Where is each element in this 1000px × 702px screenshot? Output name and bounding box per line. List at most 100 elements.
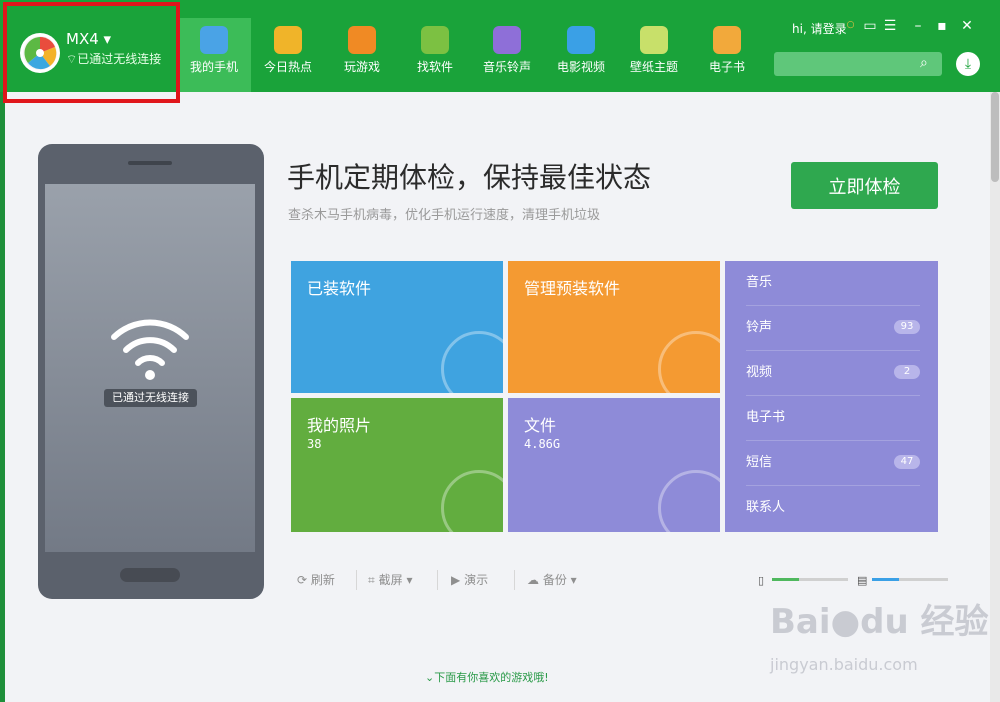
phone-speaker: [128, 161, 172, 165]
media-list-label: 视频: [746, 365, 773, 380]
backup-button[interactable]: ☁ 备份 ▾: [527, 570, 577, 590]
device-status-text: 已通过无线连接: [77, 52, 162, 66]
phone-storage-icon: ▯: [758, 574, 765, 587]
tile-files[interactable]: 文件 4.86G: [508, 398, 720, 532]
close-icon[interactable]: ✕: [957, 16, 977, 36]
login-link[interactable]: hi, 请登录○: [792, 20, 854, 37]
maximize-icon[interactable]: ▪: [932, 16, 952, 36]
sd-card-icon: ▤: [857, 574, 868, 587]
nav-item-3[interactable]: 找软件: [398, 18, 472, 92]
tile-installed-title: 已装软件: [307, 279, 372, 298]
gamepad-icon: [348, 26, 376, 54]
count-badge: 2: [894, 365, 920, 379]
games-promo-link[interactable]: ⌄下面有你喜欢的游戏哦!: [425, 669, 549, 685]
tile-preinstalled-title: 管理预装软件: [524, 279, 621, 298]
phone-home-button: [120, 568, 180, 582]
chevron-down-icon: ▾: [103, 30, 112, 48]
book-icon: [713, 26, 741, 54]
media-list-item[interactable]: 音乐: [746, 261, 920, 306]
star-icon: [274, 26, 302, 54]
chevron-down-icon: ▾: [406, 573, 413, 587]
media-list-item[interactable]: 视频 2: [746, 351, 920, 396]
nav-item-5[interactable]: 电影视频: [544, 18, 618, 92]
phone-icon: [200, 26, 228, 54]
media-list-item[interactable]: 铃声 93: [746, 306, 920, 351]
count-badge: 93: [894, 320, 920, 334]
play-box-icon: ▶: [451, 573, 461, 587]
folder-icon: [658, 470, 720, 532]
search-input[interactable]: [774, 52, 942, 76]
wifi-small-icon: ⌔: [66, 52, 78, 66]
sd-storage-fill: [872, 578, 899, 581]
tile-my-photos[interactable]: 我的照片 38: [291, 398, 503, 532]
toolbar-divider: [514, 570, 515, 590]
scrollbar-thumb[interactable]: [991, 92, 999, 182]
media-category-list: 音乐铃声 93 视频 2 电子书短信 47 联系人: [725, 261, 938, 532]
nav-item-label: 我的手机: [189, 60, 238, 74]
tile-photos-title: 我的照片: [307, 416, 372, 435]
nav-item-0[interactable]: 我的手机: [177, 18, 251, 92]
login-text: hi, 请登录: [792, 22, 847, 36]
media-list-label: 音乐: [746, 275, 773, 290]
wifi-icon: [111, 319, 189, 380]
nav-item-label: 今日热点: [263, 60, 312, 74]
backup-label: 备份: [542, 573, 567, 587]
minimize-icon[interactable]: –: [908, 16, 928, 36]
baidu-watermark: Bai●du 经验: [770, 602, 989, 642]
nav-item-2[interactable]: 玩游戏: [325, 18, 399, 92]
nav-item-label: 找软件: [416, 60, 453, 74]
wrench-icon: [658, 331, 720, 393]
cloud-icon: ☁: [527, 573, 539, 587]
nav-item-1[interactable]: 今日热点: [251, 18, 325, 92]
media-list-label: 铃声: [746, 320, 773, 335]
tile-photos-count: 38: [307, 437, 322, 451]
nav-item-label: 壁纸主题: [629, 60, 678, 74]
tile-installed-apps[interactable]: 已装软件: [291, 261, 503, 393]
chevron-down-icon: ▾: [570, 573, 577, 587]
page-subtitle: 查杀木马手机病毒，优化手机运行速度，清理手机垃圾: [288, 208, 601, 223]
baidu-watermark-url: jingyan.baidu.com: [770, 655, 918, 674]
page-title: 手机定期体检，保持最佳状态: [287, 161, 652, 194]
demo-label: 演示: [464, 573, 489, 587]
crop-icon: ⌗: [368, 573, 375, 587]
message-icon[interactable]: ▭: [860, 16, 880, 36]
nav-item-4[interactable]: 音乐铃声: [470, 18, 544, 92]
check-now-button[interactable]: 立即体检: [791, 162, 938, 209]
tile-preinstalled-apps[interactable]: 管理预装软件: [508, 261, 720, 393]
menu-icon[interactable]: ☰: [880, 16, 900, 36]
nav-item-label: 电影视频: [556, 60, 605, 74]
toolbar-divider: [356, 570, 357, 590]
toolbar-divider: [437, 570, 438, 590]
music-icon: [493, 26, 521, 54]
media-list-label: 电子书: [746, 410, 786, 425]
scrollbar-track[interactable]: [990, 92, 1000, 702]
media-list-label: 短信: [746, 455, 773, 470]
nav-item-7[interactable]: 电子书: [690, 18, 764, 92]
app-logo: [20, 33, 60, 73]
chevron-down-icon: ⌄: [425, 671, 435, 684]
screenshot-button[interactable]: ⌗ 截屏 ▾: [368, 570, 412, 590]
count-badge: 47: [894, 455, 920, 469]
nav-item-6[interactable]: 壁纸主题: [617, 18, 691, 92]
wallpaper-icon: [640, 26, 668, 54]
device-name-text: MX4: [66, 30, 99, 48]
wifi-connected-label: 已通过无线连接: [104, 389, 197, 407]
search-icon[interactable]: ⌕: [920, 55, 938, 73]
demo-button[interactable]: ▶ 演示: [451, 570, 488, 590]
device-name[interactable]: MX4 ▾: [66, 30, 111, 48]
media-list-item[interactable]: 短信 47: [746, 441, 920, 486]
android-icon: [421, 26, 449, 54]
refresh-button[interactable]: ⟳ 刷新: [297, 570, 335, 590]
refresh-label: 刷新: [310, 573, 335, 587]
media-list-item[interactable]: 电子书: [746, 396, 920, 441]
media-list-label: 联系人: [746, 500, 786, 515]
photo-icon: [441, 470, 503, 532]
media-list-item[interactable]: 联系人: [746, 486, 920, 530]
tile-files-size: 4.86G: [524, 437, 561, 451]
tile-files-title: 文件: [524, 416, 557, 435]
play-icon: [567, 26, 595, 54]
games-promo-text: 下面有你喜欢的游戏哦!: [434, 671, 549, 684]
nav-item-label: 音乐铃声: [482, 60, 531, 74]
nav-item-label: 电子书: [708, 60, 745, 74]
download-icon[interactable]: ⤓: [956, 52, 980, 76]
